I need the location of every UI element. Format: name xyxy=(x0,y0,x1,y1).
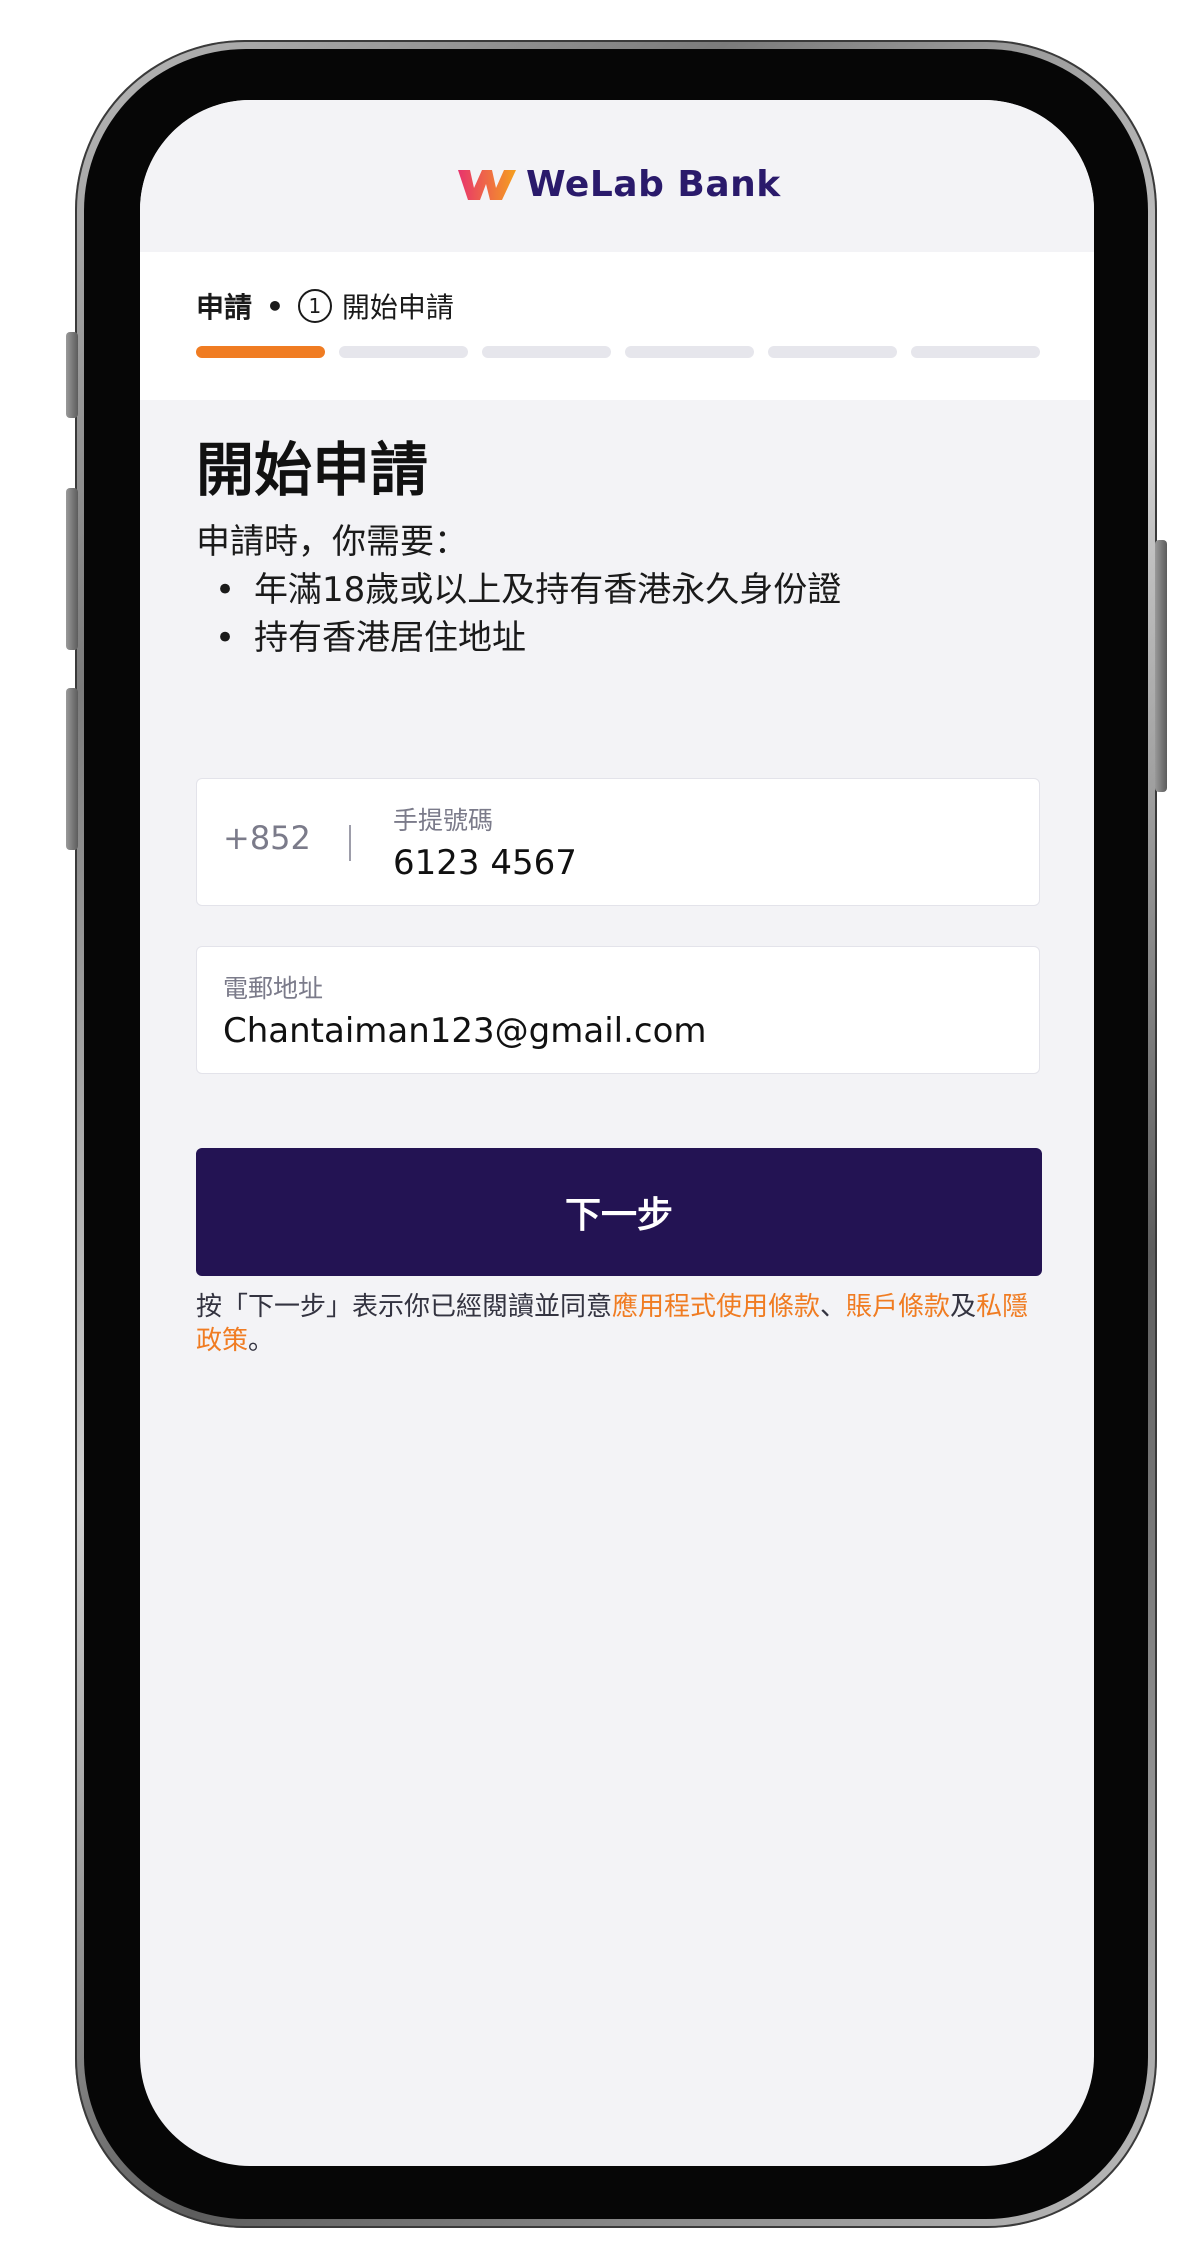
progress-segment-6 xyxy=(911,346,1040,358)
progress-segment-3 xyxy=(482,346,611,358)
main-content: 開始申請 申請時，你需要： • 年滿18歲或以上及持有香港永久身份證 • 持有香… xyxy=(196,430,1040,662)
email-field-label: 電郵地址 xyxy=(223,974,324,1003)
next-button[interactable]: 下一步 xyxy=(196,1148,1042,1276)
step-separator: • xyxy=(266,289,284,323)
requirements-list: • 年滿18歲或以上及持有香港永久身份證 • 持有香港居住地址 xyxy=(196,566,1040,662)
list-item: • 持有香港居住地址 xyxy=(196,614,1040,662)
field-divider xyxy=(349,825,351,861)
page-title: 開始申請 xyxy=(196,436,429,504)
email-field[interactable]: 電郵地址 Chantaiman123@gmail.com xyxy=(196,946,1040,1074)
bullet-icon: • xyxy=(214,570,236,610)
progress-segment-5 xyxy=(768,346,897,358)
step-number-badge: 1 xyxy=(297,289,332,323)
step-indicator: 申請 • 1 開始申請 xyxy=(196,286,454,326)
intro-text: 申請時，你需要： xyxy=(196,522,468,562)
email-input[interactable]: Chantaiman123@gmail.com xyxy=(223,1011,707,1051)
phone-power-button xyxy=(1155,540,1167,792)
step-category: 申請 xyxy=(196,291,253,324)
terms-suffix: 。 xyxy=(248,1326,275,1356)
phone-number-input[interactable]: 6123 4567 xyxy=(393,843,577,883)
terms-notice: 按「下一步」表示你已經閱讀並同意應用程式使用條款、賬戶條款及私隱政策。 xyxy=(196,1290,1046,1358)
requirement-text: 年滿18歲或以上及持有香港永久身份證 xyxy=(254,570,842,610)
bullet-icon: • xyxy=(214,618,236,658)
terms-prefix: 按「下一步」表示你已經閱讀並同意 xyxy=(196,1292,613,1322)
step-title: 開始申請 xyxy=(341,291,454,324)
terms-conjunction: 及 xyxy=(950,1292,977,1322)
progress-section xyxy=(140,252,1094,400)
requirement-text: 持有香港居住地址 xyxy=(254,618,526,658)
terms-separator: 、 xyxy=(820,1292,847,1322)
list-item: • 年滿18歲或以上及持有香港永久身份證 xyxy=(196,566,1040,614)
account-terms-link[interactable]: 賬戶條款 xyxy=(846,1292,950,1322)
brand-name: WeLab Bank xyxy=(526,163,781,205)
progress-segment-2 xyxy=(339,346,468,358)
phone-silent-switch xyxy=(66,332,78,418)
phone-number-field[interactable]: +852 手提號碼 6123 4567 xyxy=(196,778,1040,906)
welab-logo-icon xyxy=(458,170,516,200)
country-code[interactable]: +852 xyxy=(223,819,311,857)
phone-volume-up-button xyxy=(66,488,78,650)
phone-field-label: 手提號碼 xyxy=(393,806,494,835)
progress-segment-4 xyxy=(625,346,754,358)
progress-bar xyxy=(196,346,1040,358)
phone-screen: WeLab Bank 申請 • 1 開始申請 開始申請 申請時，你需要： • 年… xyxy=(140,100,1094,2166)
app-header: WeLab Bank xyxy=(140,100,1094,252)
app-terms-link[interactable]: 應用程式使用條款 xyxy=(612,1292,820,1322)
phone-volume-down-button xyxy=(66,688,78,850)
progress-segment-1 xyxy=(196,346,325,358)
welab-logo: WeLab Bank xyxy=(454,162,781,206)
